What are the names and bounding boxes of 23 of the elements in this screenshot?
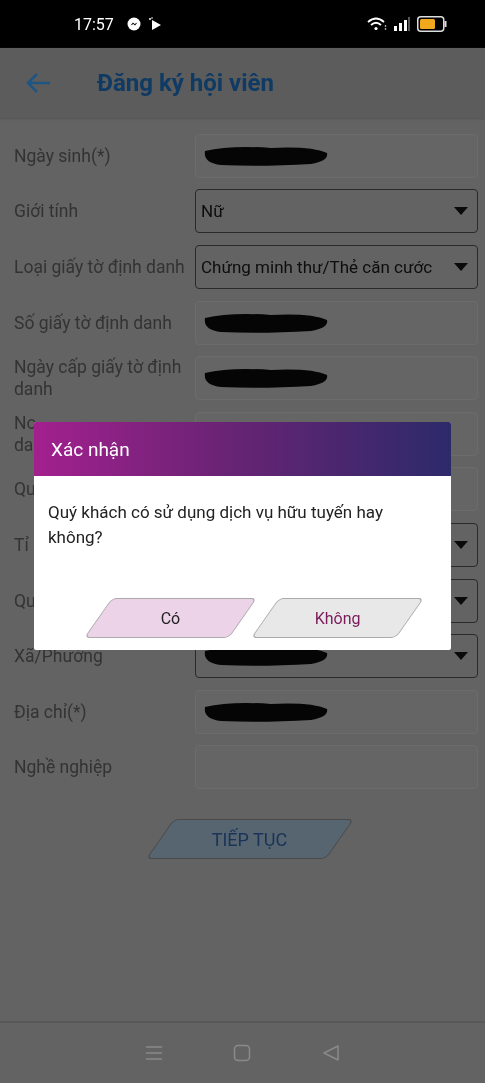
app-bar-title: Đăng ký hội viên [97, 69, 274, 97]
battery-icon [417, 16, 447, 32]
dropdown-field[interactable]: Nữ [195, 189, 478, 234]
caret-icon [453, 206, 469, 217]
play-icon [147, 17, 162, 31]
signal-icon [394, 17, 410, 31]
caret-icon [453, 595, 469, 606]
status-time: 17:57 [74, 14, 114, 34]
dropdown-field[interactable]: Chứng minh thư/Thẻ căn cước [195, 245, 478, 289]
input-field[interactable] [195, 356, 478, 401]
wifi-icon [367, 17, 387, 31]
continue-button[interactable]: TIẾP TỤC [146, 819, 354, 860]
input-field[interactable] [195, 300, 478, 345]
messenger-icon [126, 17, 141, 31]
caret-icon [453, 651, 469, 662]
dialog-title: Xác nhận [51, 437, 130, 461]
caret-icon [453, 262, 469, 272]
caret-icon [453, 539, 469, 550]
input-field[interactable] [195, 689, 478, 734]
dialog-message: Quý khách có sử dụng dịch vụ hữu tuyến hay không? [48, 501, 384, 549]
input-field[interactable] [195, 133, 478, 178]
no-button[interactable]: Không [251, 598, 424, 638]
yes-button[interactable]: Có [84, 598, 257, 638]
